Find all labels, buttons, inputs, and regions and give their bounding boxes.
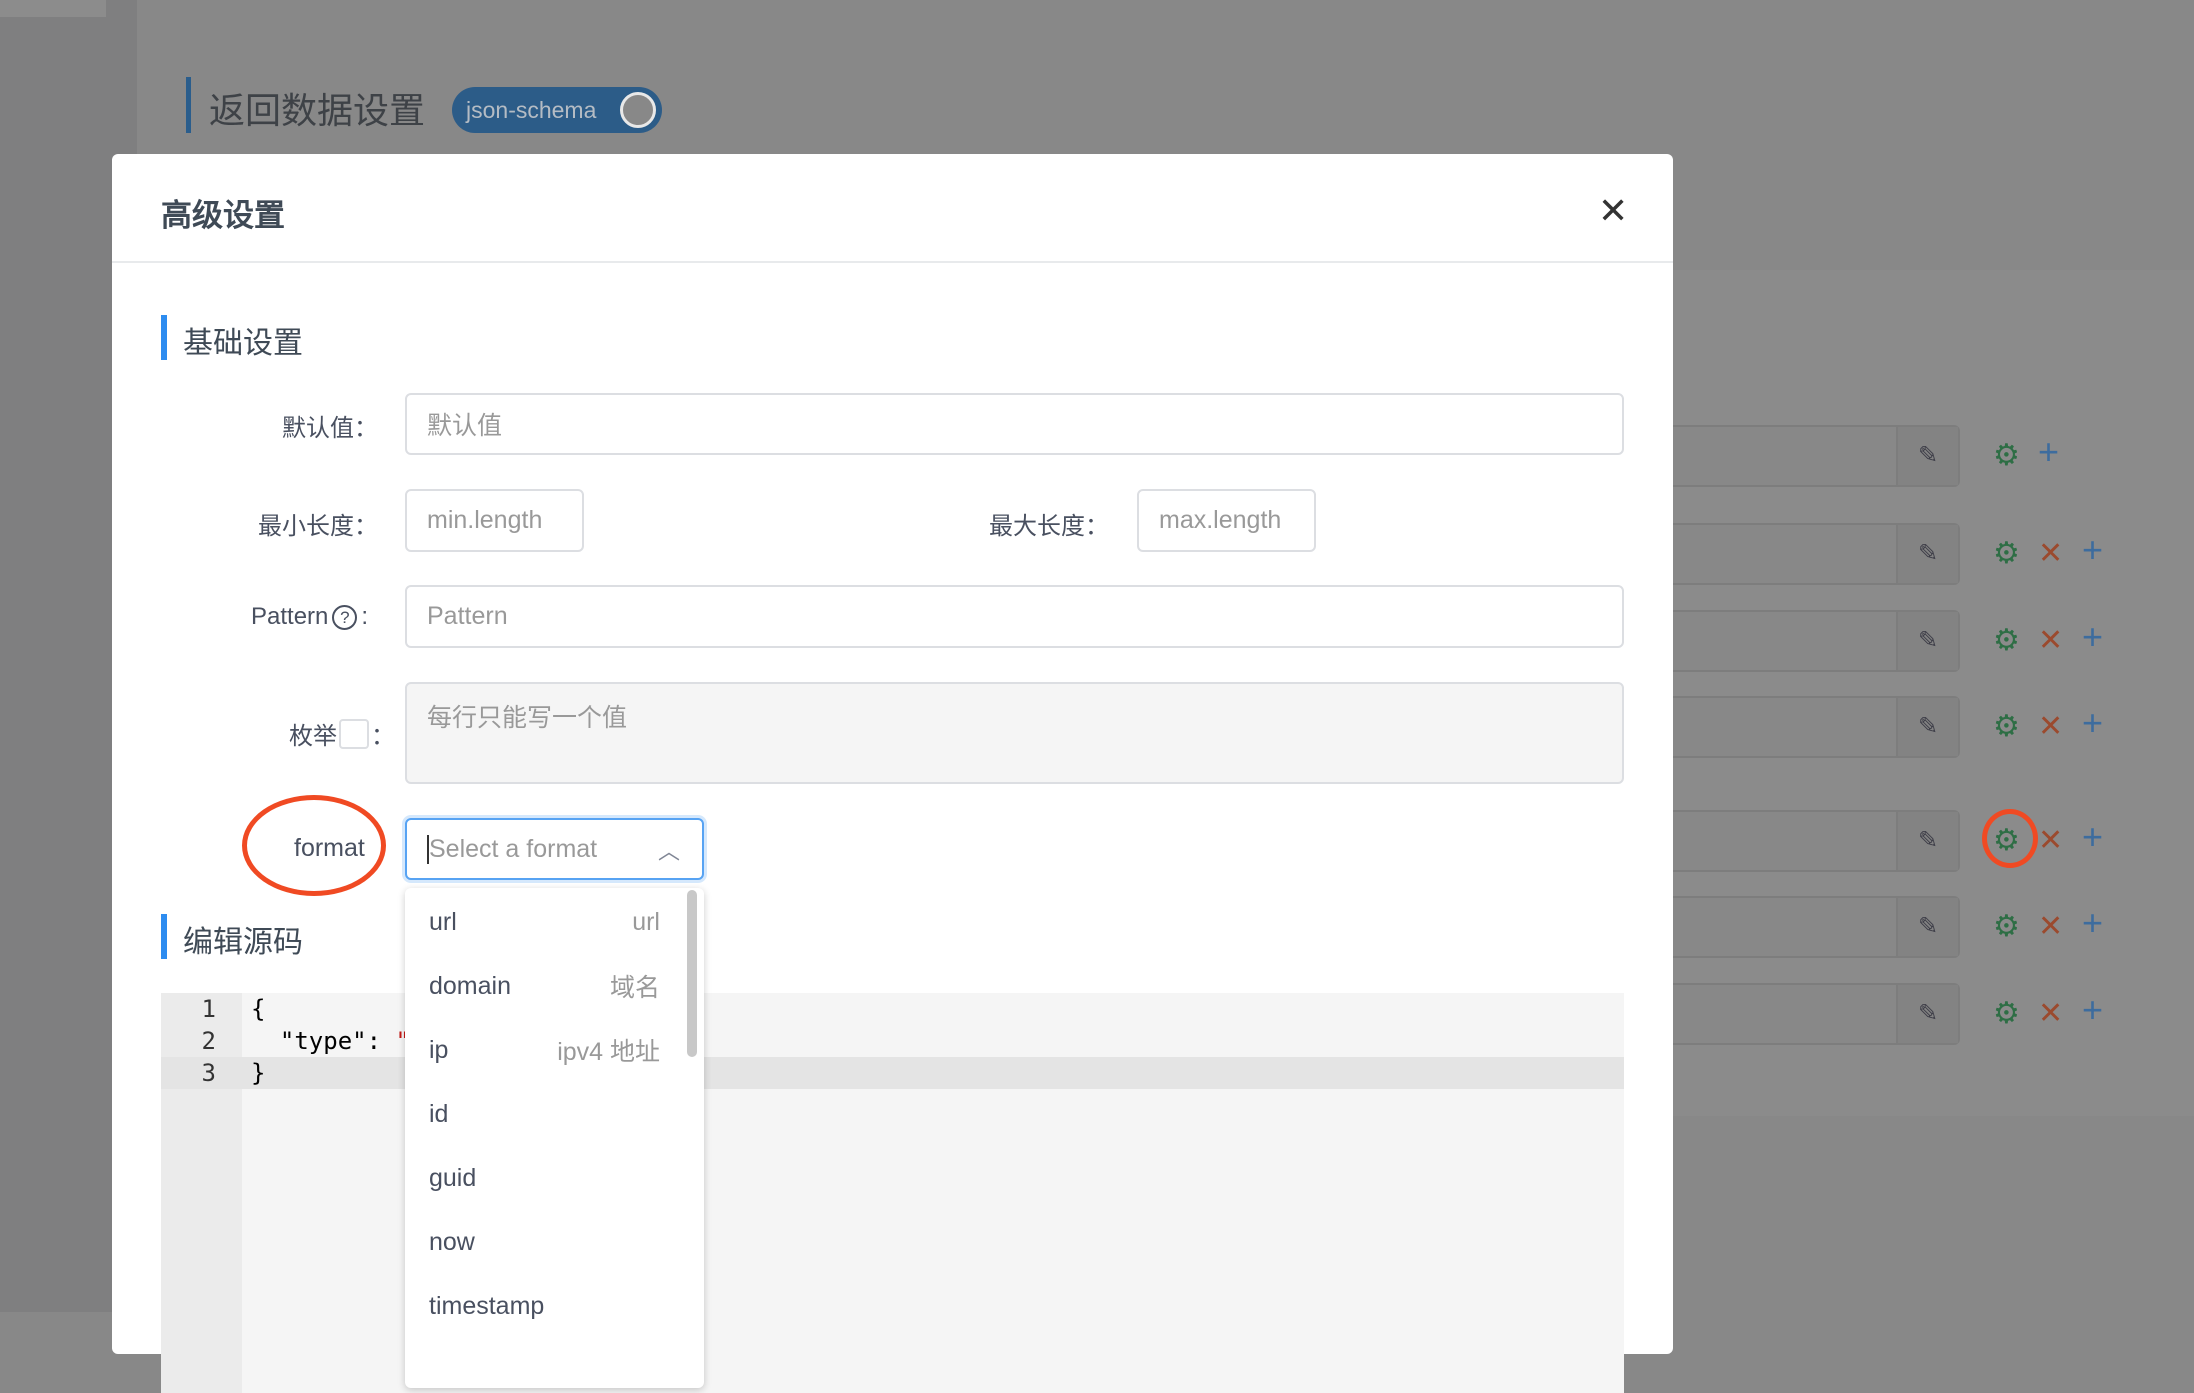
- delete-icon[interactable]: ✕: [2038, 826, 2063, 856]
- format-select[interactable]: Select a format ︿: [405, 818, 704, 880]
- advanced-settings-modal: 高级设置 ✕ 基础设置 默认值： 默认值 最小长度： min.length 最大…: [112, 154, 1673, 1393]
- default-value-input[interactable]: 默认值: [405, 393, 1624, 455]
- gear-icon[interactable]: ⚙: [1993, 912, 2020, 942]
- edit-icon[interactable]: ✎: [1896, 898, 1958, 956]
- edit-icon[interactable]: ✎: [1896, 812, 1958, 870]
- gear-icon[interactable]: ⚙: [1993, 826, 2020, 856]
- delete-icon[interactable]: ✕: [2038, 712, 2063, 742]
- code-editor[interactable]: 1 {2 "type": " 3}: [161, 993, 1624, 1393]
- delete-icon[interactable]: ✕: [2038, 999, 2063, 1029]
- pattern-input[interactable]: Pattern: [405, 585, 1624, 648]
- min-length-input[interactable]: min.length: [405, 489, 584, 552]
- add-icon[interactable]: +: [2082, 819, 2103, 855]
- help-icon[interactable]: ?: [332, 604, 358, 630]
- toggle-label: json-schema: [466, 97, 597, 123]
- option-value: now: [429, 1227, 475, 1256]
- format-dropdown: url url domain 域名 ip ipv4 地址 id guid now timestam…: [405, 888, 704, 1388]
- edit-icon[interactable]: ✎: [1896, 427, 1958, 485]
- pattern-label: Pattern: [251, 603, 329, 630]
- format-option[interactable]: guid: [405, 1146, 704, 1210]
- add-icon[interactable]: +: [2082, 992, 2103, 1028]
- option-value: timestamp: [429, 1291, 545, 1320]
- add-icon[interactable]: +: [2082, 619, 2103, 655]
- line-number: 2: [201, 1027, 216, 1055]
- option-value: url: [429, 907, 457, 936]
- code-line: {: [251, 993, 265, 1025]
- option-description: 域名: [609, 974, 660, 1002]
- enum-label-group: 枚举 ：: [289, 716, 395, 751]
- format-option[interactable]: domain 域名: [405, 954, 704, 1018]
- page-section-title: 返回数据设置: [209, 90, 426, 131]
- colon: :: [361, 603, 369, 630]
- max-length-label: 最大长度：: [989, 513, 1109, 540]
- colon: ：: [371, 723, 395, 750]
- edit-icon[interactable]: ✎: [1896, 525, 1958, 583]
- gear-icon[interactable]: ⚙: [1993, 539, 2020, 569]
- format-option[interactable]: url url: [405, 890, 704, 954]
- add-icon[interactable]: +: [2082, 705, 2103, 741]
- add-icon[interactable]: +: [2082, 905, 2103, 941]
- modal-title: 高级设置: [161, 198, 285, 233]
- enum-checkbox[interactable]: [339, 718, 369, 749]
- json-schema-toggle[interactable]: json-schema: [452, 87, 662, 133]
- code-text: {: [251, 995, 266, 1023]
- format-option[interactable]: ip ipv4 地址: [405, 1018, 704, 1082]
- format-label: format: [294, 834, 365, 862]
- option-value: ip: [429, 1035, 449, 1064]
- dropdown-scrollbar[interactable]: [687, 890, 697, 1057]
- max-length-input[interactable]: max.length: [1137, 489, 1316, 552]
- format-option[interactable]: now: [405, 1210, 704, 1274]
- basic-settings-heading: 基础设置: [183, 327, 303, 360]
- active-line-highlight: [161, 1057, 1624, 1089]
- line-number: 1: [201, 995, 216, 1023]
- gear-icon[interactable]: ⚙: [1993, 626, 2020, 656]
- delete-icon[interactable]: ✕: [2038, 626, 2063, 656]
- edit-icon[interactable]: ✎: [1896, 985, 1958, 1043]
- pattern-label-group: Pattern ? :: [251, 603, 368, 631]
- enum-label: 枚举: [289, 723, 337, 750]
- enum-textarea[interactable]: 每行只能写一个值: [405, 682, 1624, 784]
- add-icon[interactable]: +: [2038, 434, 2059, 470]
- format-option[interactable]: id: [405, 1082, 704, 1146]
- option-value: guid: [429, 1163, 477, 1192]
- gear-icon[interactable]: ⚙: [1993, 712, 2020, 742]
- option-description: url: [632, 907, 660, 936]
- option-value: domain: [429, 971, 511, 1000]
- delete-icon[interactable]: ✕: [2038, 539, 2063, 569]
- close-icon[interactable]: ✕: [1598, 190, 1628, 232]
- section-accent-bar: [161, 914, 167, 959]
- sidebar-header: [0, 0, 106, 17]
- format-option[interactable]: timestamp: [405, 1274, 704, 1338]
- min-length-label: 最小长度：: [258, 513, 378, 540]
- gear-icon[interactable]: ⚙: [1993, 999, 2020, 1029]
- delete-icon[interactable]: ✕: [2038, 912, 2063, 942]
- code-line: "type": ": [251, 1025, 410, 1057]
- modal-header: 高级设置 ✕: [112, 154, 1673, 263]
- edit-icon[interactable]: ✎: [1896, 698, 1958, 756]
- title-accent-bar: [186, 77, 191, 133]
- edit-source-heading: 编辑源码: [183, 926, 303, 959]
- format-select-placeholder: Select a format: [427, 834, 598, 864]
- chevron-up-icon: ︿: [657, 839, 680, 864]
- code-line: }: [251, 1057, 265, 1089]
- add-icon[interactable]: +: [2082, 532, 2103, 568]
- section-accent-bar: [161, 315, 167, 360]
- line-number: 3: [201, 1059, 216, 1087]
- gear-icon[interactable]: ⚙: [1993, 441, 2020, 471]
- code-text: }: [251, 1059, 266, 1087]
- default-value-label: 默认值：: [282, 415, 378, 442]
- edit-icon[interactable]: ✎: [1896, 612, 1958, 670]
- option-value: id: [429, 1099, 449, 1128]
- code-text: "type":: [251, 1027, 396, 1055]
- option-description: ipv4 地址: [557, 1038, 660, 1066]
- toggle-knob[interactable]: [620, 92, 656, 128]
